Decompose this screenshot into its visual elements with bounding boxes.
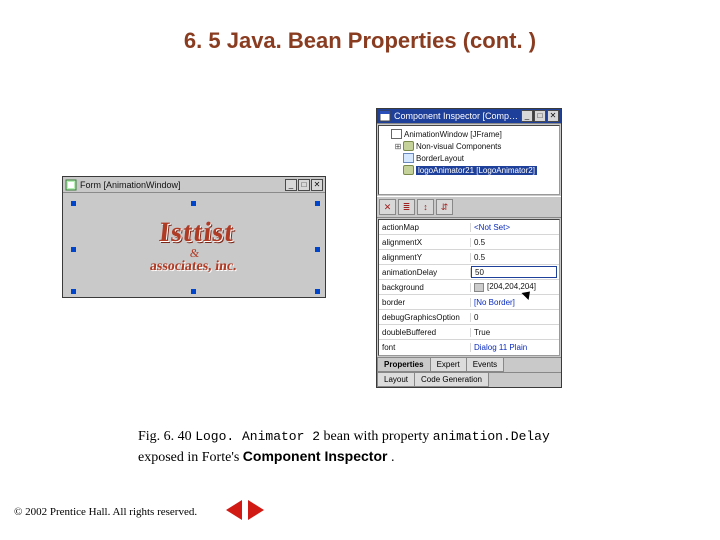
property-row[interactable]: fontDialog 11 Plain — [379, 340, 559, 355]
caption-code2: animation.Delay — [433, 429, 550, 444]
toolbar-button[interactable]: ≣ — [398, 199, 415, 215]
inspector-tabs-row1: PropertiesExpertEvents — [377, 357, 561, 372]
frame-icon — [391, 129, 402, 139]
form-maximize-button[interactable]: □ — [298, 179, 310, 191]
form-icon — [65, 179, 77, 191]
tree-node[interactable]: ⊞ Non-visual Components — [381, 140, 557, 152]
selection-handle[interactable] — [71, 289, 76, 294]
inspector-icon — [379, 110, 391, 122]
form-close-button[interactable]: ✕ — [311, 179, 323, 191]
form-titlebar: Form [AnimationWindow] _ □ ✕ — [63, 177, 325, 193]
inspector-tabs-row2: LayoutCode Generation — [377, 372, 561, 387]
selection-handle[interactable] — [315, 289, 320, 294]
property-value[interactable]: True — [471, 328, 559, 337]
form-canvas[interactable]: Isttist & associates, inc. — [63, 193, 325, 297]
property-value[interactable]: Dialog 11 Plain — [471, 343, 559, 352]
property-row[interactable]: background[204,204,204] — [379, 280, 559, 295]
logo-line1: Isttist — [152, 218, 242, 247]
property-value[interactable]: 0.5 — [471, 238, 559, 247]
selection-handle[interactable] — [71, 201, 76, 206]
component-inspector-window: Component Inspector [Comp… _ □ ✕ Animati… — [376, 108, 562, 388]
property-table[interactable]: actionMap<Not Set>alignmentX0.5alignment… — [378, 219, 560, 356]
tree-node[interactable]: AnimationWindow [JFrame] — [381, 128, 557, 140]
property-name: animationDelay — [379, 268, 471, 277]
caption-mid: bean with property — [324, 429, 433, 444]
prev-slide-button[interactable] — [226, 500, 242, 520]
inspector-maximize-button[interactable]: □ — [534, 110, 546, 122]
caption-line2b: . — [391, 450, 395, 465]
property-row[interactable]: alignmentX0.5 — [379, 235, 559, 250]
figure-caption: Fig. 6. 40 Logo. Animator 2 bean with pr… — [138, 428, 648, 468]
tree-node-label: BorderLayout — [416, 154, 464, 163]
selection-handle[interactable] — [315, 201, 320, 206]
caption-bold: Component Inspector — [243, 448, 388, 464]
toolbar-button[interactable]: ✕ — [379, 199, 396, 215]
inspector-titlebar: Component Inspector [Comp… _ □ ✕ — [377, 109, 561, 124]
tab-events[interactable]: Events — [466, 358, 504, 372]
tab-code-generation[interactable]: Code Generation — [414, 373, 489, 387]
tree-node[interactable]: logoAnimator21 [LogoAnimator2] — [381, 164, 557, 176]
tab-expert[interactable]: Expert — [430, 358, 467, 372]
form-title: Form [AnimationWindow] — [80, 180, 285, 190]
logo-graphic: Isttist & associates, inc. — [149, 218, 242, 275]
toolbar-button[interactable]: ⇵ — [436, 199, 453, 215]
property-value[interactable]: [No Border] — [471, 298, 559, 307]
property-value[interactable]: <Not Set> — [471, 223, 559, 232]
form-window: Form [AnimationWindow] _ □ ✕ Isttist & a… — [62, 176, 326, 298]
inspector-close-button[interactable]: ✕ — [547, 110, 559, 122]
property-row[interactable]: doubleBufferedTrue — [379, 325, 559, 340]
toolbar-button[interactable]: ↕ — [417, 199, 434, 215]
tree-node-label: AnimationWindow [JFrame] — [404, 130, 502, 139]
inspector-window-buttons: _ □ ✕ — [521, 110, 559, 122]
property-row[interactable]: debugGraphicsOption0 — [379, 310, 559, 325]
property-row[interactable]: animationDelay50 — [379, 265, 559, 280]
slide-title: 6. 5 Java. Bean Properties (cont. ) — [0, 28, 720, 54]
copyright-footer: © 2002 Prentice Hall. All rights reserve… — [14, 506, 197, 518]
inspector-minimize-button[interactable]: _ — [521, 110, 533, 122]
bean-icon — [403, 141, 414, 151]
property-row[interactable]: actionMap<Not Set> — [379, 220, 559, 235]
property-value[interactable]: 0.5 — [471, 253, 559, 262]
property-name: debugGraphicsOption — [379, 313, 471, 322]
selection-handle[interactable] — [315, 247, 320, 252]
property-value[interactable]: 50 — [471, 266, 557, 278]
selection-handle[interactable] — [191, 289, 196, 294]
property-name: doubleBuffered — [379, 328, 471, 337]
logo-line2: associates, inc. — [149, 260, 237, 275]
inspector-title: Component Inspector [Comp… — [394, 111, 521, 121]
logo-animator-bean[interactable]: Isttist & associates, inc. — [77, 205, 313, 287]
property-value[interactable]: 0 — [471, 313, 559, 322]
property-name: alignmentY — [379, 253, 471, 262]
logo-ampersand: & — [150, 247, 238, 260]
inspector-toolbar: ✕≣↕⇵ — [377, 196, 561, 218]
component-tree[interactable]: AnimationWindow [JFrame]⊞ Non-visual Comp… — [378, 125, 560, 195]
form-minimize-button[interactable]: _ — [285, 179, 297, 191]
tab-layout[interactable]: Layout — [377, 373, 415, 387]
property-name: background — [379, 283, 471, 292]
tree-node[interactable]: BorderLayout — [381, 152, 557, 164]
property-name: border — [379, 298, 471, 307]
form-window-buttons: _ □ ✕ — [285, 179, 323, 191]
tree-expand-icon[interactable]: ⊞ — [393, 142, 403, 151]
slide-nav — [226, 500, 264, 520]
property-row[interactable]: border[No Border] — [379, 295, 559, 310]
selection-handle[interactable] — [71, 247, 76, 252]
property-row[interactable]: alignmentY0.5 — [379, 250, 559, 265]
tab-properties[interactable]: Properties — [377, 358, 431, 372]
caption-line2a: exposed in Forte's — [138, 450, 243, 465]
caption-code1: Logo. Animator 2 — [195, 429, 320, 444]
tree-node-label: Non-visual Components — [416, 142, 501, 151]
property-name: actionMap — [379, 223, 471, 232]
property-name: font — [379, 343, 471, 352]
next-slide-button[interactable] — [248, 500, 264, 520]
color-swatch-icon — [474, 283, 484, 292]
tree-node-label: logoAnimator21 [LogoAnimator2] — [416, 166, 537, 175]
property-value[interactable]: [204,204,204] — [471, 282, 559, 291]
property-name: alignmentX — [379, 238, 471, 247]
bean-icon — [403, 165, 414, 175]
caption-prefix: Fig. 6. 40 — [138, 429, 195, 444]
layout-icon — [403, 153, 414, 163]
